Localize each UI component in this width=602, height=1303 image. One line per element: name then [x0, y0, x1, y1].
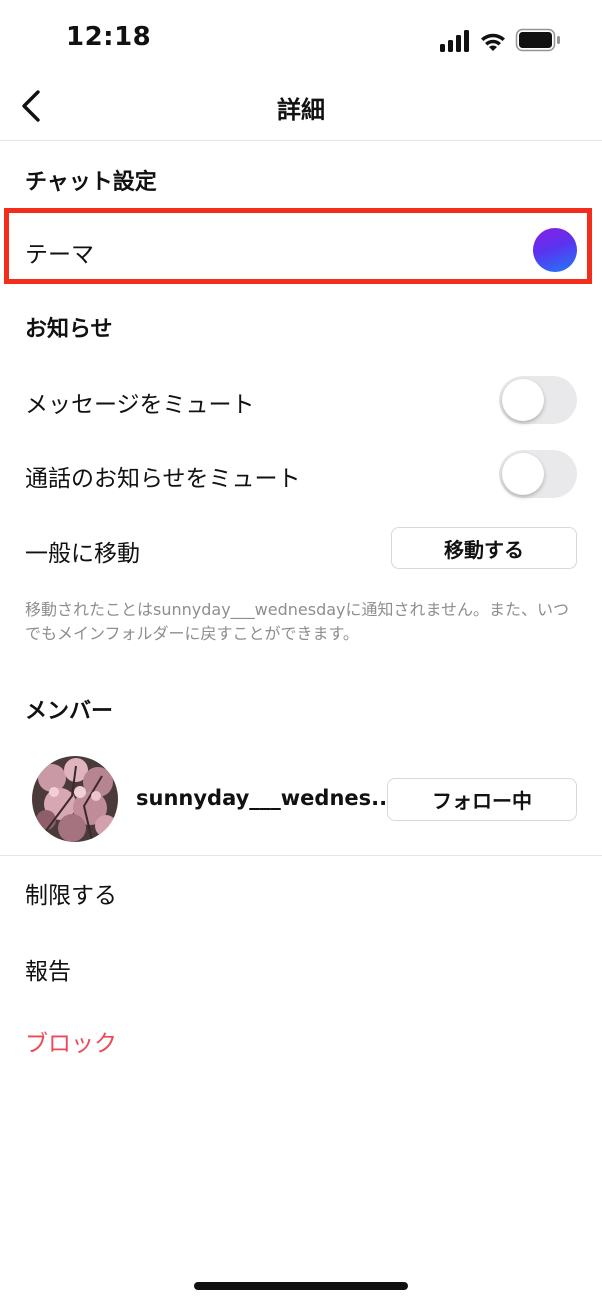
following-button[interactable]: フォロー中: [387, 778, 577, 821]
mute-calls-toggle[interactable]: [499, 450, 577, 498]
restrict-action[interactable]: 制限する: [25, 876, 117, 910]
toggle-knob: [502, 453, 544, 495]
signal-icon: [440, 30, 469, 52]
mute-messages-label: メッセージをミュート: [25, 392, 255, 418]
status-icons: [438, 26, 562, 56]
members-header: メンバー: [25, 699, 114, 724]
page-title: 詳細: [277, 96, 325, 124]
notifications-header: お知らせ: [25, 317, 113, 342]
theme-label: テーマ: [25, 242, 94, 268]
mute-messages-toggle[interactable]: [499, 376, 577, 424]
toggle-knob: [502, 379, 544, 421]
move-button[interactable]: 移動する: [391, 527, 577, 569]
mute-calls-label: 通話のお知らせをミュート: [25, 466, 301, 492]
wifi-icon: [481, 33, 505, 51]
theme-color-swatch[interactable]: [533, 228, 577, 272]
block-action[interactable]: ブロック: [25, 1024, 117, 1058]
member-username[interactable]: sunnyday___wednes...: [136, 786, 395, 810]
home-indicator: [194, 1282, 408, 1290]
chat-settings-header: チャット設定: [25, 170, 157, 195]
move-general-label: 一般に移動: [25, 541, 140, 567]
members-divider: [0, 855, 602, 856]
report-action[interactable]: 報告: [25, 952, 71, 986]
nav-divider: [0, 140, 602, 141]
status-time: 12:18: [66, 22, 152, 52]
move-info-text: 移動されたことはsunnyday___wednesdayに通知されません。また、…: [25, 600, 570, 643]
avatar[interactable]: [32, 756, 118, 842]
battery-icon: [515, 28, 560, 52]
